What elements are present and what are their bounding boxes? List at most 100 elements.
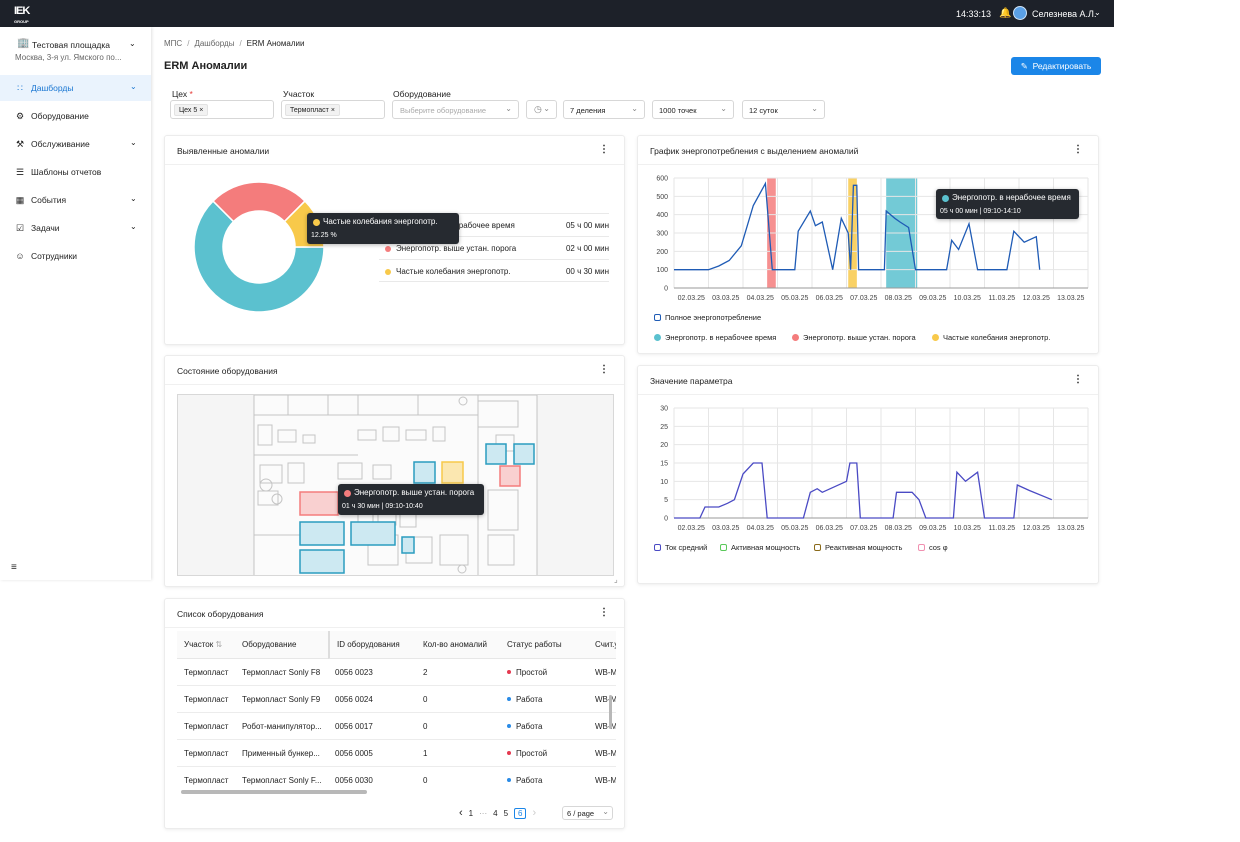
column-header[interactable]: Статус работы xyxy=(500,631,588,659)
workshop-select[interactable]: Цех 5 × xyxy=(170,100,274,119)
series-line[interactable] xyxy=(674,462,1053,519)
edit-button[interactable]: ✎ Редактировать xyxy=(1011,57,1101,75)
column-header[interactable]: Кол-во аномалий xyxy=(416,631,500,659)
sidebar-item[interactable]: ☺ Сотрудники xyxy=(0,243,151,269)
parameter-chart-card: Значение параметра ⋮ 0 5 10 15 20 25 30 02.03.2… xyxy=(637,365,1099,584)
horizontal-scrollbar[interactable] xyxy=(181,790,367,794)
top-bar: IEK GROUP 14:33:13 🔔 Селезнева А.Л. ⌄ xyxy=(0,0,1114,27)
sidebar-item[interactable]: ⚒ Обслуживание ⌄ xyxy=(0,131,151,157)
chevron-down-icon[interactable]: ⌄ xyxy=(1094,8,1101,17)
chevron-down-icon: ⌄ xyxy=(602,807,609,816)
breadcrumb-current: ERM Аномалии xyxy=(246,39,305,48)
card-title: Значение параметра xyxy=(650,376,733,386)
x-tick-label: 02.03.25 xyxy=(678,295,705,302)
table-cell: Термопласт xyxy=(177,659,235,686)
page-ellipsis[interactable]: ··· xyxy=(479,809,487,818)
table-cell: 2 xyxy=(416,659,500,686)
chevron-down-icon: ⌄ xyxy=(543,104,550,113)
column-header[interactable]: Счит.у xyxy=(588,631,616,659)
more-icon[interactable]: ⋮ xyxy=(599,607,609,618)
sidebar-item[interactable]: ☑ Задачи ⌄ xyxy=(0,215,151,241)
table-cell: Термопласт xyxy=(177,686,235,713)
sidebar-item[interactable]: ∷ Дашборды ⌄ xyxy=(0,75,151,101)
x-tick-label: 11.03.25 xyxy=(988,295,1015,302)
table-cell: 0056 0005 xyxy=(328,740,416,767)
legend-item[interactable]: Реактивная мощность xyxy=(814,543,902,552)
wrench-icon: ⚒ xyxy=(15,139,25,149)
more-icon[interactable]: ⋮ xyxy=(1073,144,1083,155)
collapse-menu-icon[interactable]: ≡ xyxy=(11,562,17,573)
y-tick-label: 0 xyxy=(664,286,668,293)
legend-item[interactable]: Активная мощность xyxy=(720,543,800,552)
page-5[interactable]: 5 xyxy=(504,809,508,818)
more-icon[interactable]: ⋮ xyxy=(599,364,609,375)
y-tick-label: 20 xyxy=(660,442,668,449)
avatar[interactable] xyxy=(1013,6,1027,20)
table-cell: WB-M xyxy=(588,659,616,686)
resize-handle-icon[interactable]: ⌟ xyxy=(614,575,618,584)
equipment-select[interactable]: Выберите оборудование ⌄ xyxy=(392,100,519,119)
user-icon: ☺ xyxy=(15,251,25,261)
card-title: Выявленные аномалии xyxy=(177,146,270,156)
page-size-select[interactable]: 6 / page ⌄ xyxy=(562,806,613,820)
sidebar-item[interactable]: ⚙ Оборудование xyxy=(0,103,151,129)
legend-item[interactable]: Частые колебания энергопотр. xyxy=(932,333,1050,342)
page-1[interactable]: 1 xyxy=(469,809,473,818)
user-name[interactable]: Селезнева А.Л. xyxy=(1032,9,1096,19)
area-select[interactable]: Термопласт × xyxy=(281,100,385,119)
x-tick-label: 10.03.25 xyxy=(954,295,981,302)
chevron-down-icon[interactable]: ⌄ xyxy=(130,138,137,147)
iek-logo[interactable]: IEK GROUP xyxy=(14,6,42,25)
table-cell: Работа xyxy=(500,686,588,713)
bell-icon[interactable]: 🔔 xyxy=(999,8,1011,19)
more-icon[interactable]: ⋮ xyxy=(599,144,609,155)
close-icon[interactable]: × xyxy=(199,107,203,114)
legend-item[interactable]: Энергопотр. выше устан. порога xyxy=(792,333,916,342)
legend-total[interactable]: Полное энергопотребление xyxy=(654,313,761,322)
x-tick-label: 05.03.25 xyxy=(781,525,808,532)
column-header[interactable]: Участок ⇅ xyxy=(177,631,235,659)
chevron-down-icon[interactable]: ⌄ xyxy=(130,82,137,91)
time-picker[interactable]: ◷ ⌄ xyxy=(526,100,557,119)
legend-item[interactable]: cos φ xyxy=(918,543,948,552)
energy-line-chart: 0 100 200 300 400 500 600 02.03.25 03.03.25 04.03… xyxy=(656,176,1089,302)
status-dot xyxy=(507,751,511,755)
legend-item[interactable]: Энергопотр. в нерабочее время xyxy=(654,333,776,342)
floor-plan-tooltip: Энергопотр. выше устан. порога 01 ч 30 м… xyxy=(338,484,484,515)
sort-icon[interactable]: ⇅ xyxy=(213,640,222,649)
chevron-down-icon[interactable]: ⌄ xyxy=(130,194,137,203)
chevron-down-icon[interactable]: ⌄ xyxy=(129,39,136,48)
card-title: Список оборудования xyxy=(177,609,264,619)
chevron-down-icon[interactable]: ⌄ xyxy=(130,222,137,231)
x-tick-label: 10.03.25 xyxy=(954,525,981,532)
vertical-scrollbar[interactable] xyxy=(609,695,612,729)
anomalies-card: Выявленные аномалии ⋮ Энергопотр. в нера… xyxy=(164,135,625,345)
column-header[interactable]: Оборудование xyxy=(235,631,328,659)
page-6[interactable]: 6 xyxy=(514,808,527,819)
legend-item[interactable]: Ток средний xyxy=(654,543,707,552)
prev-page-icon[interactable]: ‹ xyxy=(459,807,463,819)
sidebar-item[interactable]: ☰ Шаблоны отчетов xyxy=(0,159,151,185)
breadcrumb-item[interactable]: МПС xyxy=(164,39,182,48)
donut-tooltip: Частые колебания энергопотр. 12.25 % xyxy=(307,213,459,244)
more-icon[interactable]: ⋮ xyxy=(1073,374,1083,385)
table-cell: Термопласт xyxy=(177,767,235,789)
period-select[interactable]: 12 суток ⌄ xyxy=(742,100,825,119)
sidebar-item[interactable]: ▦ События ⌄ xyxy=(0,187,151,213)
divisions-select[interactable]: 7 деления ⌄ xyxy=(563,100,645,119)
card-title: Состояние оборудования xyxy=(177,366,278,376)
column-header[interactable]: ID оборудования xyxy=(328,631,416,659)
sidebar-item-label: События xyxy=(31,195,67,205)
pencil-icon: ✎ xyxy=(1020,61,1028,71)
table-cell: 0 xyxy=(416,713,500,740)
y-tick-label: 30 xyxy=(660,406,668,413)
points-select[interactable]: 1000 точек ⌄ xyxy=(652,100,734,119)
page-4[interactable]: 4 xyxy=(493,809,497,818)
close-icon[interactable]: × xyxy=(331,107,335,114)
energy-tooltip: Энергопотр. в нерабочее время 05 ч 00 ми… xyxy=(936,189,1079,219)
next-page-icon[interactable]: › xyxy=(532,807,536,819)
x-tick-label: 06.03.25 xyxy=(816,295,843,302)
x-tick-label: 08.03.25 xyxy=(885,525,912,532)
breadcrumb-item[interactable]: Дашборды xyxy=(194,39,234,48)
table-cell: Простой xyxy=(500,659,588,686)
